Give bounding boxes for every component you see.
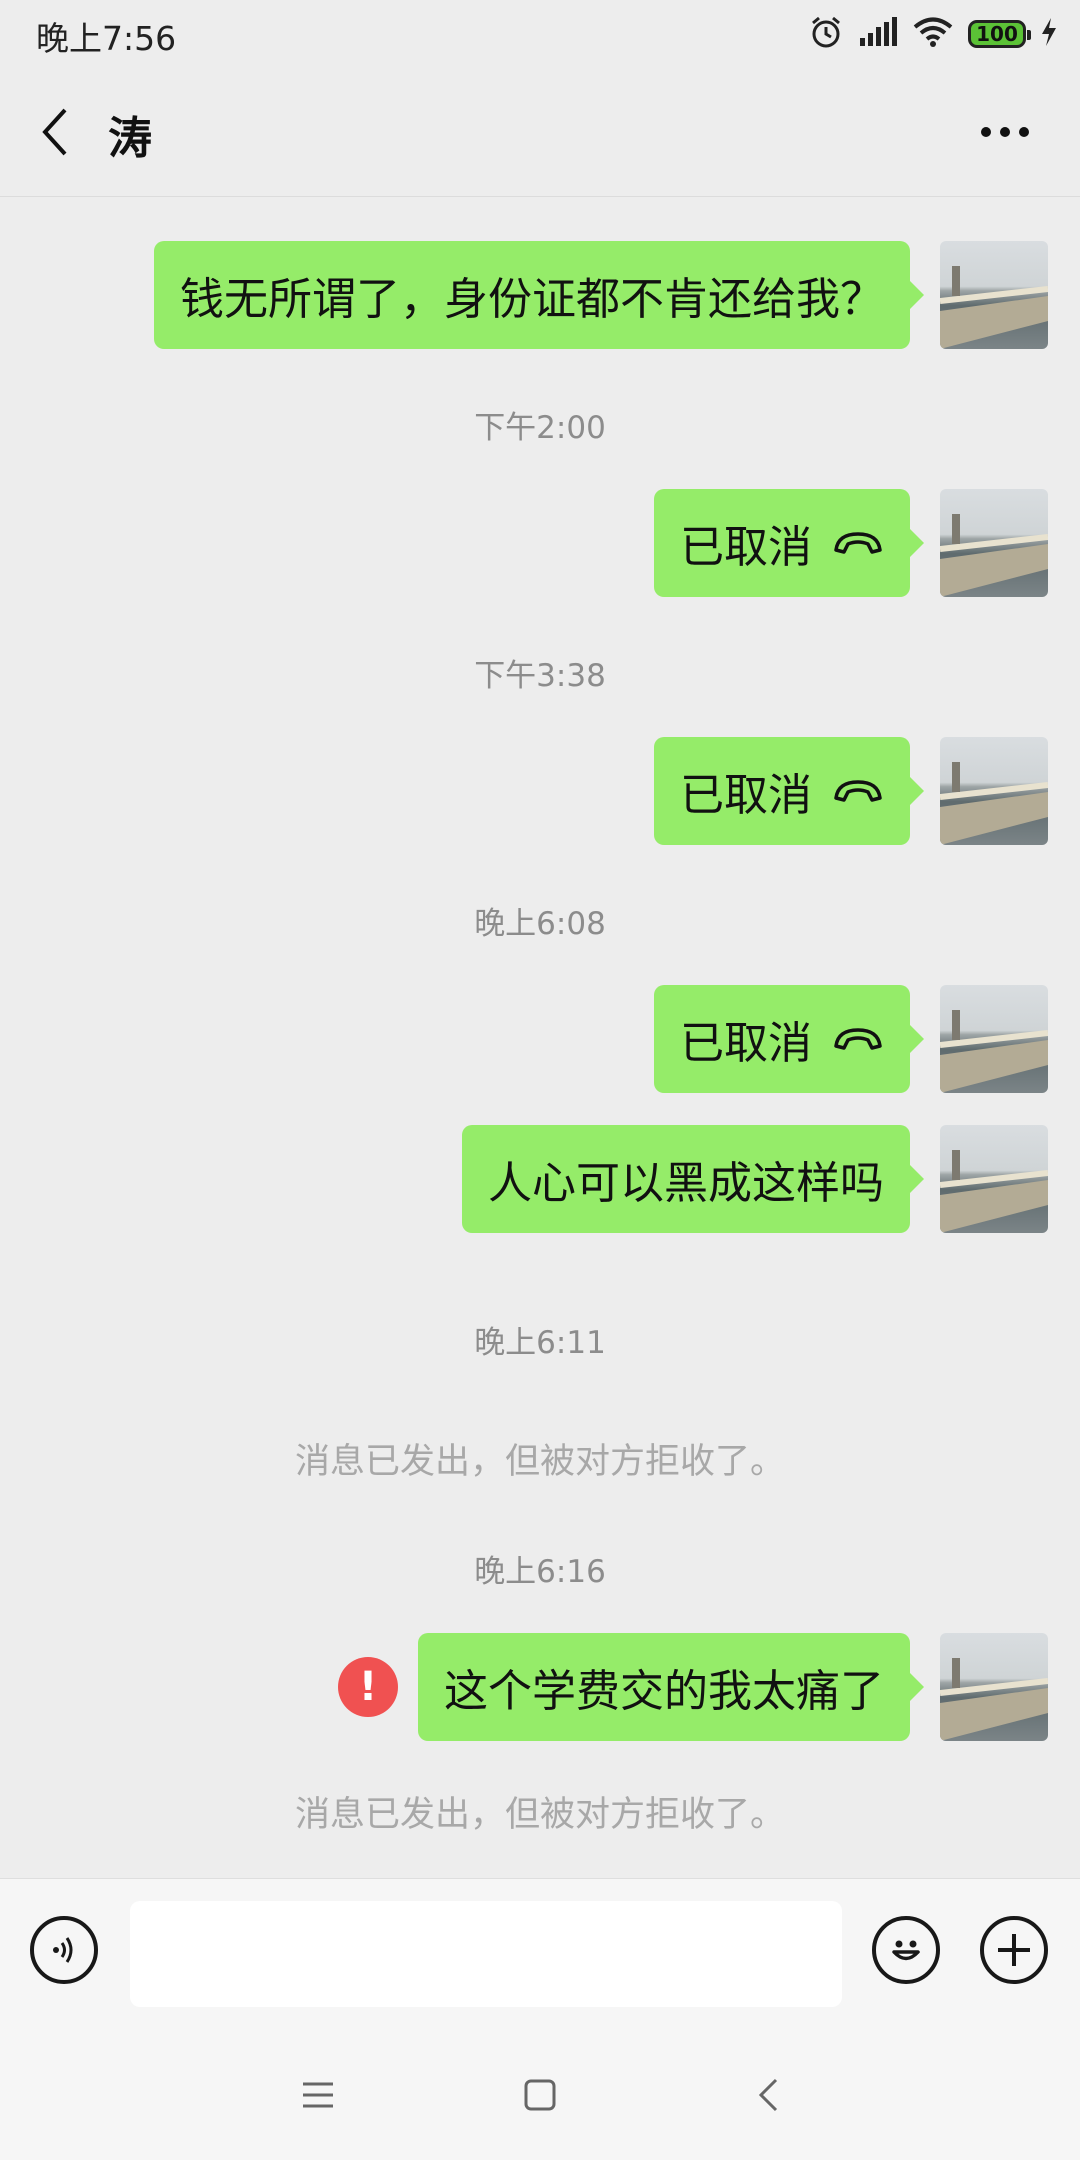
hang-up-icon (832, 1026, 884, 1052)
emoji-icon (892, 1940, 920, 1961)
message-bubble[interactable]: 这个学费交的我太痛了 (418, 1633, 924, 1741)
message-text: 已取消 (680, 1018, 812, 1069)
chevron-left-icon (42, 108, 67, 156)
voice-button[interactable] (30, 1916, 98, 1984)
status-time: 晚上7:56 (36, 19, 177, 58)
call-cancelled-bubble[interactable]: 已取消 (654, 737, 924, 845)
timestamp: 晚上6:11 (474, 1325, 606, 1361)
error-icon[interactable]: ! (338, 1657, 398, 1717)
message-row: 钱无所谓了，身份证都不肯还给我？ (154, 241, 1048, 349)
signal-icon (858, 16, 898, 52)
message-bubble[interactable]: 钱无所谓了，身份证都不肯还给我？ (154, 241, 924, 349)
message-text: 这个学费交的我太痛了 (444, 1666, 884, 1717)
hang-up-icon (832, 778, 884, 804)
message-text: 已取消 (680, 522, 812, 573)
avatar[interactable] (940, 1633, 1048, 1741)
chat-header: 涛 (0, 66, 1080, 197)
input-bar (0, 1878, 1080, 2031)
message-input[interactable] (130, 1901, 842, 2007)
alarm-icon (808, 14, 844, 54)
hang-up-icon (832, 530, 884, 556)
voice-icon (53, 1937, 73, 1963)
message-row: 已取消 (654, 489, 1048, 597)
message-row: 已取消 (654, 985, 1048, 1093)
timestamp: 晚上6:16 (474, 1554, 606, 1590)
navigation-bar (0, 2030, 1080, 2160)
menu-button[interactable] (288, 2070, 348, 2120)
call-cancelled-bubble[interactable]: 已取消 (654, 985, 924, 1093)
more-icon (981, 127, 1029, 137)
plus-button[interactable] (980, 1916, 1048, 1984)
avatar[interactable] (940, 241, 1048, 349)
more-button[interactable] (970, 102, 1040, 162)
message-bubble[interactable]: 人心可以黑成这样吗 (462, 1125, 924, 1233)
avatar[interactable] (940, 489, 1048, 597)
message-row: 人心可以黑成这样吗 (462, 1125, 1048, 1233)
emoji-button[interactable] (872, 1916, 940, 1984)
timestamp: 晚上6:08 (474, 906, 606, 942)
status-icons: 100 (808, 12, 1058, 56)
back-button[interactable] (30, 102, 80, 162)
home-button[interactable] (510, 2070, 570, 2120)
avatar[interactable] (940, 737, 1048, 845)
wifi-icon (912, 16, 954, 52)
avatar[interactable] (940, 1125, 1048, 1233)
status-bar: 晚上7:56 100 (0, 0, 1080, 66)
message-text: 人心可以黑成这样吗 (488, 1158, 884, 1209)
message-text: 钱无所谓了，身份证都不肯还给我？ (180, 274, 884, 325)
home-icon (524, 2079, 556, 2111)
menu-icon (303, 2082, 333, 2108)
plus-icon (998, 1934, 1030, 1966)
timestamp: 下午2:00 (474, 410, 606, 446)
back-nav-button[interactable] (738, 2070, 798, 2120)
call-cancelled-bubble[interactable]: 已取消 (654, 489, 924, 597)
message-text: 已取消 (680, 770, 812, 821)
timestamp: 下午3:38 (474, 658, 606, 694)
back-icon (758, 2078, 778, 2112)
message-row: 已取消 (654, 737, 1048, 845)
charging-icon (1040, 17, 1058, 51)
system-note: 消息已发出，但被对方拒收了。 (294, 1442, 785, 1482)
system-note: 消息已发出，但被对方拒收了。 (294, 1795, 785, 1835)
avatar[interactable] (940, 985, 1048, 1093)
chat-title: 涛 (108, 113, 152, 164)
message-row: ! 这个学费交的我太痛了 (338, 1633, 1048, 1741)
battery-icon: 100 (968, 20, 1031, 48)
